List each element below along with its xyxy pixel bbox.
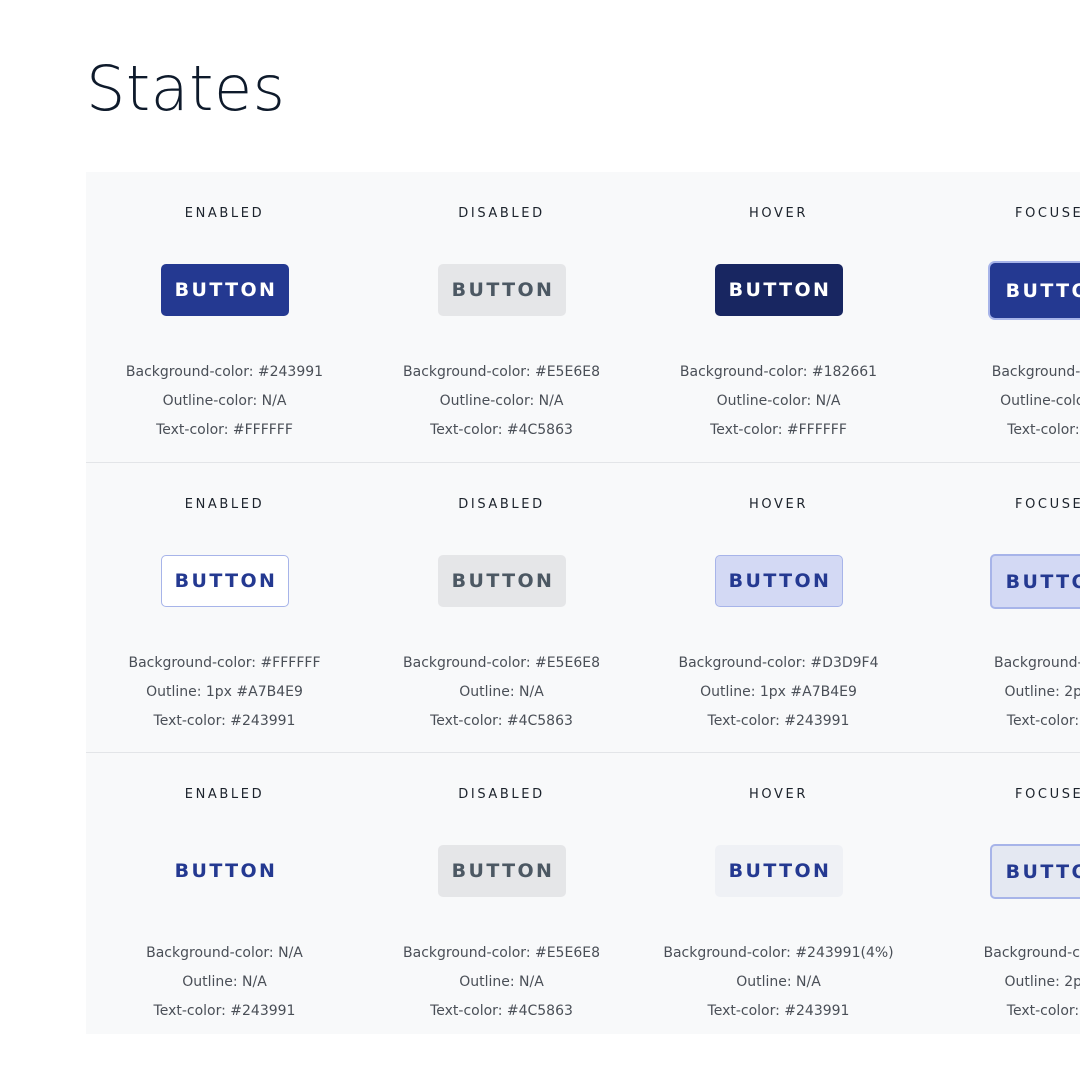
spec-text-color: Text-color: #4C5863: [430, 713, 573, 729]
state-label: ENABLED: [184, 787, 265, 802]
spec-background: Background-color: #182661: [679, 364, 878, 380]
state-label: HOVER: [749, 497, 808, 512]
spec-background: Background-color: #: [983, 945, 1080, 961]
spec-list: Background-color: #E5E6E8 Outline: N/A Tex…: [363, 649, 640, 736]
spec-outline: Outline: 2px #: [1004, 974, 1080, 990]
spec-background: Background-color: #243991: [125, 364, 324, 380]
state-label: FOCUSED: [1015, 497, 1080, 512]
spec-list: Background-color: Outline-color: # Text-co…: [917, 358, 1080, 445]
spec-text-color: Text-color: #243991: [153, 1003, 296, 1019]
spec-text-color: Text-color: #2: [1006, 713, 1080, 729]
spec-background: Background-color: #E5E6E8: [403, 945, 600, 961]
state-label: FOCUSED: [1015, 206, 1080, 221]
spec-background: Background-color: [993, 655, 1080, 671]
spec-outline: Outline: N/A: [459, 974, 544, 990]
spec-background: Background-color: #E5E6E8: [403, 364, 600, 380]
spec-text-color: Text-color: #2: [1006, 1003, 1080, 1019]
outlined-focused-button[interactable]: BUTTON: [990, 554, 1080, 609]
state-label: HOVER: [749, 206, 808, 221]
spec-list: Background-color: #E5E6E8 Outline-color: …: [363, 358, 640, 445]
state-cell-disabled: DISABLED BUTTON Background-color: #E5E6E8 O…: [363, 463, 640, 753]
spec-text-color: Text-color: #F: [1007, 422, 1080, 438]
spec-text-color: Text-color: #243991: [707, 713, 850, 729]
spec-outline: Outline: 1px #A7B4E9: [146, 684, 303, 700]
spec-outline: Outline: N/A: [736, 974, 821, 990]
state-label: FOCUSED: [1015, 787, 1080, 802]
filled-disabled-button[interactable]: BUTTON: [438, 264, 566, 316]
state-cell-enabled: ENABLED BUTTON Background-color: #FFFFFF Ou…: [86, 463, 363, 753]
state-cell-focused: FOCUSED BUTTON Background-color Outline: 2p…: [917, 463, 1080, 753]
state-label: DISABLED: [458, 497, 545, 512]
spec-background: Background-color: #243991(4%): [663, 945, 894, 961]
page-title: States: [86, 52, 286, 125]
text-enabled-button[interactable]: BUTTON: [161, 845, 289, 897]
outlined-hover-button[interactable]: BUTTON: [715, 555, 843, 607]
spec-outline: Outline-color: N/A: [716, 393, 841, 409]
state-label: DISABLED: [458, 787, 545, 802]
spec-list: Background-color: #FFFFFF Outline: 1px #A…: [86, 649, 363, 736]
state-cell-disabled: DISABLED BUTTON Background-color: #E5E6E8 O…: [363, 172, 640, 462]
text-disabled-button[interactable]: BUTTON: [438, 845, 566, 897]
spec-background: Background-color: #E5E6E8: [403, 655, 600, 671]
spec-outline: Outline-color: #: [1000, 393, 1080, 409]
spec-text-color: Text-color: #4C5863: [430, 1003, 573, 1019]
state-cell-hover: HOVER BUTTON Background-color: #182661 Outl…: [640, 172, 917, 462]
filled-hover-button[interactable]: BUTTON: [715, 264, 843, 316]
state-cell-focused: FOCUSED BUTTON Background-color: # Outline:…: [917, 753, 1080, 1043]
state-row-text: ENABLED BUTTON Background-color: N/A Outlin…: [86, 752, 1080, 1043]
spec-list: Background-color: #E5E6E8 Outline: N/A Tex…: [363, 939, 640, 1026]
spec-text-color: Text-color: #4C5863: [430, 422, 573, 438]
spec-list: Background-color: # Outline: 2px # Text-co…: [917, 939, 1080, 1026]
state-cell-enabled: ENABLED BUTTON Background-color: #243991 Ou…: [86, 172, 363, 462]
spec-list: Background-color: #D3D9F4 Outline: 1px #A…: [640, 649, 917, 736]
spec-background: Background-color: N/A: [146, 945, 303, 961]
spec-list: Background-color: N/A Outline: N/A Text-co…: [86, 939, 363, 1026]
spec-list: Background-color: #243991(4%) Outline: N/…: [640, 939, 917, 1026]
spec-list: Background-color Outline: 2px # Text-color…: [917, 649, 1080, 736]
state-label: HOVER: [749, 787, 808, 802]
state-cell-focused: FOCUSED BUTTON Background-color: Outline-co…: [917, 172, 1080, 462]
spec-list: Background-color: #182661 Outline-color: …: [640, 358, 917, 445]
states-panel: ENABLED BUTTON Background-color: #243991 Ou…: [86, 172, 1080, 1034]
filled-enabled-button[interactable]: BUTTON: [161, 264, 289, 316]
spec-outline: Outline-color: N/A: [162, 393, 287, 409]
spec-outline: Outline: N/A: [459, 684, 544, 700]
spec-background: Background-color:: [991, 364, 1080, 380]
text-hover-button[interactable]: BUTTON: [715, 845, 843, 897]
spec-text-color: Text-color: #FFFFFF: [156, 422, 293, 438]
spec-outline: Outline: 1px #A7B4E9: [700, 684, 857, 700]
state-cell-hover: HOVER BUTTON Background-color: #243991(4%)…: [640, 753, 917, 1043]
text-focused-button[interactable]: BUTTON: [990, 844, 1080, 899]
state-row-outlined: ENABLED BUTTON Background-color: #FFFFFF Ou…: [86, 462, 1080, 753]
state-label: ENABLED: [184, 497, 265, 512]
spec-text-color: Text-color: #243991: [707, 1003, 850, 1019]
spec-outline: Outline: N/A: [182, 974, 267, 990]
outlined-enabled-button[interactable]: BUTTON: [161, 555, 289, 607]
spec-text-color: Text-color: #FFFFFF: [710, 422, 847, 438]
state-row-filled: ENABLED BUTTON Background-color: #243991 Ou…: [86, 172, 1080, 462]
state-label: ENABLED: [184, 206, 265, 221]
spec-list: Background-color: #243991 Outline-color: …: [86, 358, 363, 445]
spec-background: Background-color: #D3D9F4: [678, 655, 879, 671]
outlined-disabled-button[interactable]: BUTTON: [438, 555, 566, 607]
state-cell-enabled: ENABLED BUTTON Background-color: N/A Outlin…: [86, 753, 363, 1043]
spec-text-color: Text-color: #243991: [153, 713, 296, 729]
filled-focused-button[interactable]: BUTTON: [990, 263, 1080, 318]
state-cell-disabled: DISABLED BUTTON Background-color: #E5E6E8 O…: [363, 753, 640, 1043]
state-label: DISABLED: [458, 206, 545, 221]
spec-background: Background-color: #FFFFFF: [128, 655, 321, 671]
state-cell-hover: HOVER BUTTON Background-color: #D3D9F4 Outl…: [640, 463, 917, 753]
spec-outline: Outline: 2px #: [1004, 684, 1080, 700]
spec-outline: Outline-color: N/A: [439, 393, 564, 409]
